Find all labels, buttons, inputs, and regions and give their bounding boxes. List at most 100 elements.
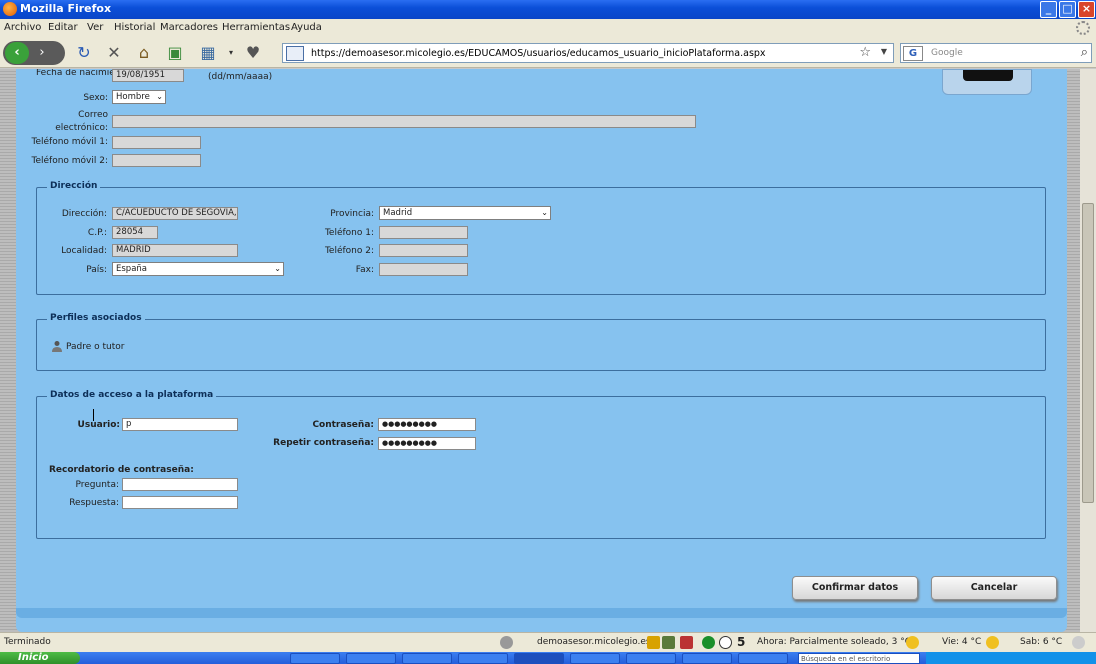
menu-editar[interactable]: Editar bbox=[48, 22, 78, 33]
taskbar: Inicio Búsqueda en el escritorio bbox=[0, 652, 1096, 664]
taskbar-item[interactable] bbox=[402, 653, 452, 664]
cancel-button[interactable]: Cancelar bbox=[931, 576, 1057, 600]
search-input[interactable]: Google bbox=[931, 48, 963, 58]
clock-icon[interactable] bbox=[719, 636, 732, 649]
reminder-title: Recordatorio de contraseña: bbox=[49, 465, 194, 475]
start-button[interactable]: Inicio bbox=[0, 652, 80, 664]
weather-saturday[interactable]: Sab: 6 °C bbox=[1020, 637, 1062, 647]
home-icon[interactable]: ⌂ bbox=[134, 42, 154, 64]
stop-icon[interactable]: ✕ bbox=[104, 42, 124, 64]
address-input[interactable]: C/ACUEDUCTO DE SEGOVIA,5 bbox=[112, 207, 238, 220]
mobile2-input[interactable] bbox=[112, 154, 201, 167]
address-label: Dirección: bbox=[61, 209, 107, 219]
fax-label: Fax: bbox=[355, 265, 374, 275]
user-photo bbox=[942, 69, 1032, 95]
user-label: Usuario: bbox=[77, 420, 120, 430]
country-select[interactable]: España ⌄ bbox=[112, 262, 284, 276]
repeat-password-label: Repetir contraseña: bbox=[273, 438, 374, 448]
weather-friday[interactable]: Vie: 4 °C bbox=[942, 637, 981, 647]
tool-icon[interactable]: ♥ bbox=[244, 42, 262, 64]
mobile2-label: Teléfono móvil 2: bbox=[31, 156, 108, 166]
close-button[interactable]: × bbox=[1078, 1, 1095, 18]
sex-select[interactable]: Hombre ⌄ bbox=[112, 90, 166, 104]
back-button[interactable]: ‹ bbox=[5, 42, 29, 64]
addon-icon[interactable] bbox=[662, 636, 675, 649]
menu-marcadores[interactable]: Marcadores bbox=[160, 22, 218, 33]
forward-button[interactable]: › bbox=[31, 43, 53, 63]
phone2-input[interactable] bbox=[379, 244, 468, 257]
taskbar-item[interactable] bbox=[570, 653, 620, 664]
weather-now[interactable]: Ahora: Parcialmente soleado, 3 °C bbox=[757, 637, 911, 647]
maximize-button[interactable]: □ bbox=[1059, 1, 1076, 18]
phone1-label: Teléfono 1: bbox=[324, 228, 374, 238]
star-icon[interactable]: ☆ bbox=[859, 45, 871, 60]
menu-herramientas[interactable]: Herramientas bbox=[222, 22, 290, 33]
birth-label: Fecha de nacimiento: bbox=[36, 69, 133, 78]
menu-ayuda[interactable]: Ayuda bbox=[291, 22, 322, 33]
cp-input[interactable]: 28054 bbox=[112, 226, 158, 239]
minimize-button[interactable]: _ bbox=[1040, 1, 1057, 18]
phone2-label: Teléfono 2: bbox=[324, 246, 374, 256]
menu-archivo[interactable]: Archivo bbox=[4, 22, 41, 33]
chevron-down-icon: ⌄ bbox=[541, 208, 548, 217]
status-domain[interactable]: demoasesor.micolegio.es bbox=[537, 637, 651, 647]
fax-input[interactable] bbox=[379, 263, 468, 276]
menu-historial[interactable]: Historial bbox=[114, 22, 155, 33]
question-input[interactable] bbox=[122, 478, 238, 491]
province-select[interactable]: Madrid ⌄ bbox=[379, 206, 551, 220]
mobile1-input[interactable] bbox=[112, 136, 201, 149]
status-ok-icon[interactable] bbox=[702, 636, 715, 649]
taskbar-item[interactable] bbox=[738, 653, 788, 664]
weather-cloud-icon bbox=[1072, 636, 1085, 649]
taskbar-item[interactable] bbox=[682, 653, 732, 664]
taskbar-item[interactable] bbox=[290, 653, 340, 664]
extension-icon[interactable] bbox=[500, 636, 513, 649]
city-input[interactable]: MADRID bbox=[112, 244, 238, 257]
menu-bar: Archivo Editar Ver Historial Marcadores … bbox=[0, 19, 1096, 38]
profile-item[interactable]: Padre o tutor bbox=[66, 342, 125, 352]
title-bar: Mozilla Firefox _ □ × bbox=[0, 0, 1096, 19]
search-icon[interactable]: ⌕ bbox=[1081, 45, 1088, 60]
dropdown-icon[interactable]: ▾ bbox=[226, 42, 236, 64]
cp-label: C.P.: bbox=[87, 228, 107, 238]
taskbar-item[interactable] bbox=[626, 653, 676, 664]
birth-hint: (dd/mm/aaaa) bbox=[208, 72, 273, 82]
province-label: Provincia: bbox=[330, 209, 374, 219]
pdf-icon[interactable] bbox=[680, 636, 693, 649]
text-cursor-icon bbox=[93, 409, 94, 421]
menu-ver[interactable]: Ver bbox=[87, 22, 103, 33]
address-section: Dirección Dirección: C/ACUEDUCTO DE SEGO… bbox=[36, 181, 1046, 295]
taskbar-item[interactable] bbox=[458, 653, 508, 664]
firefox-icon bbox=[3, 2, 17, 16]
page-icon bbox=[286, 46, 304, 61]
country-value: España bbox=[116, 264, 147, 274]
address-legend: Dirección bbox=[47, 181, 101, 191]
birth-date-input[interactable]: 19/08/1951 bbox=[112, 69, 184, 82]
vertical-scrollbar[interactable] bbox=[1080, 69, 1096, 632]
answer-input[interactable] bbox=[122, 496, 238, 509]
email-input[interactable] bbox=[112, 115, 696, 128]
password-input[interactable]: ●●●●●●●●● bbox=[378, 418, 476, 431]
access-section: Datos de acceso a la plataforma Usuario:… bbox=[36, 390, 1046, 539]
add-bookmark-icon[interactable]: ▣ bbox=[164, 42, 186, 64]
taskbar-item[interactable] bbox=[346, 653, 396, 664]
confirm-button[interactable]: Confirmar datos bbox=[792, 576, 918, 600]
status-text: Terminado bbox=[4, 637, 51, 647]
phone1-input[interactable] bbox=[379, 226, 468, 239]
repeat-password-input[interactable]: ●●●●●●●●● bbox=[378, 437, 476, 450]
back-forward-group: ‹ › bbox=[3, 41, 65, 65]
url-bar[interactable]: https://demoasesor.micolegio.es/EDUCAMOS… bbox=[282, 43, 894, 63]
search-box[interactable]: G Google ⌕ bbox=[900, 43, 1092, 63]
search-engine-icon[interactable]: G bbox=[903, 46, 923, 61]
desktop-search-input[interactable]: Búsqueda en el escritorio bbox=[798, 653, 920, 664]
weather-sun-icon bbox=[986, 636, 999, 649]
scrollbar-thumb[interactable] bbox=[1082, 203, 1094, 503]
taskbar-item-active[interactable] bbox=[514, 653, 564, 664]
country-label: País: bbox=[86, 265, 107, 275]
user-input[interactable]: p bbox=[122, 418, 238, 431]
addon-icon[interactable]: ▦ bbox=[196, 42, 220, 64]
reload-icon[interactable]: ↻ bbox=[74, 42, 94, 64]
access-legend: Datos de acceso a la plataforma bbox=[47, 390, 217, 400]
lock-icon[interactable] bbox=[647, 636, 660, 649]
chevron-down-icon[interactable]: ▼ bbox=[881, 47, 887, 56]
